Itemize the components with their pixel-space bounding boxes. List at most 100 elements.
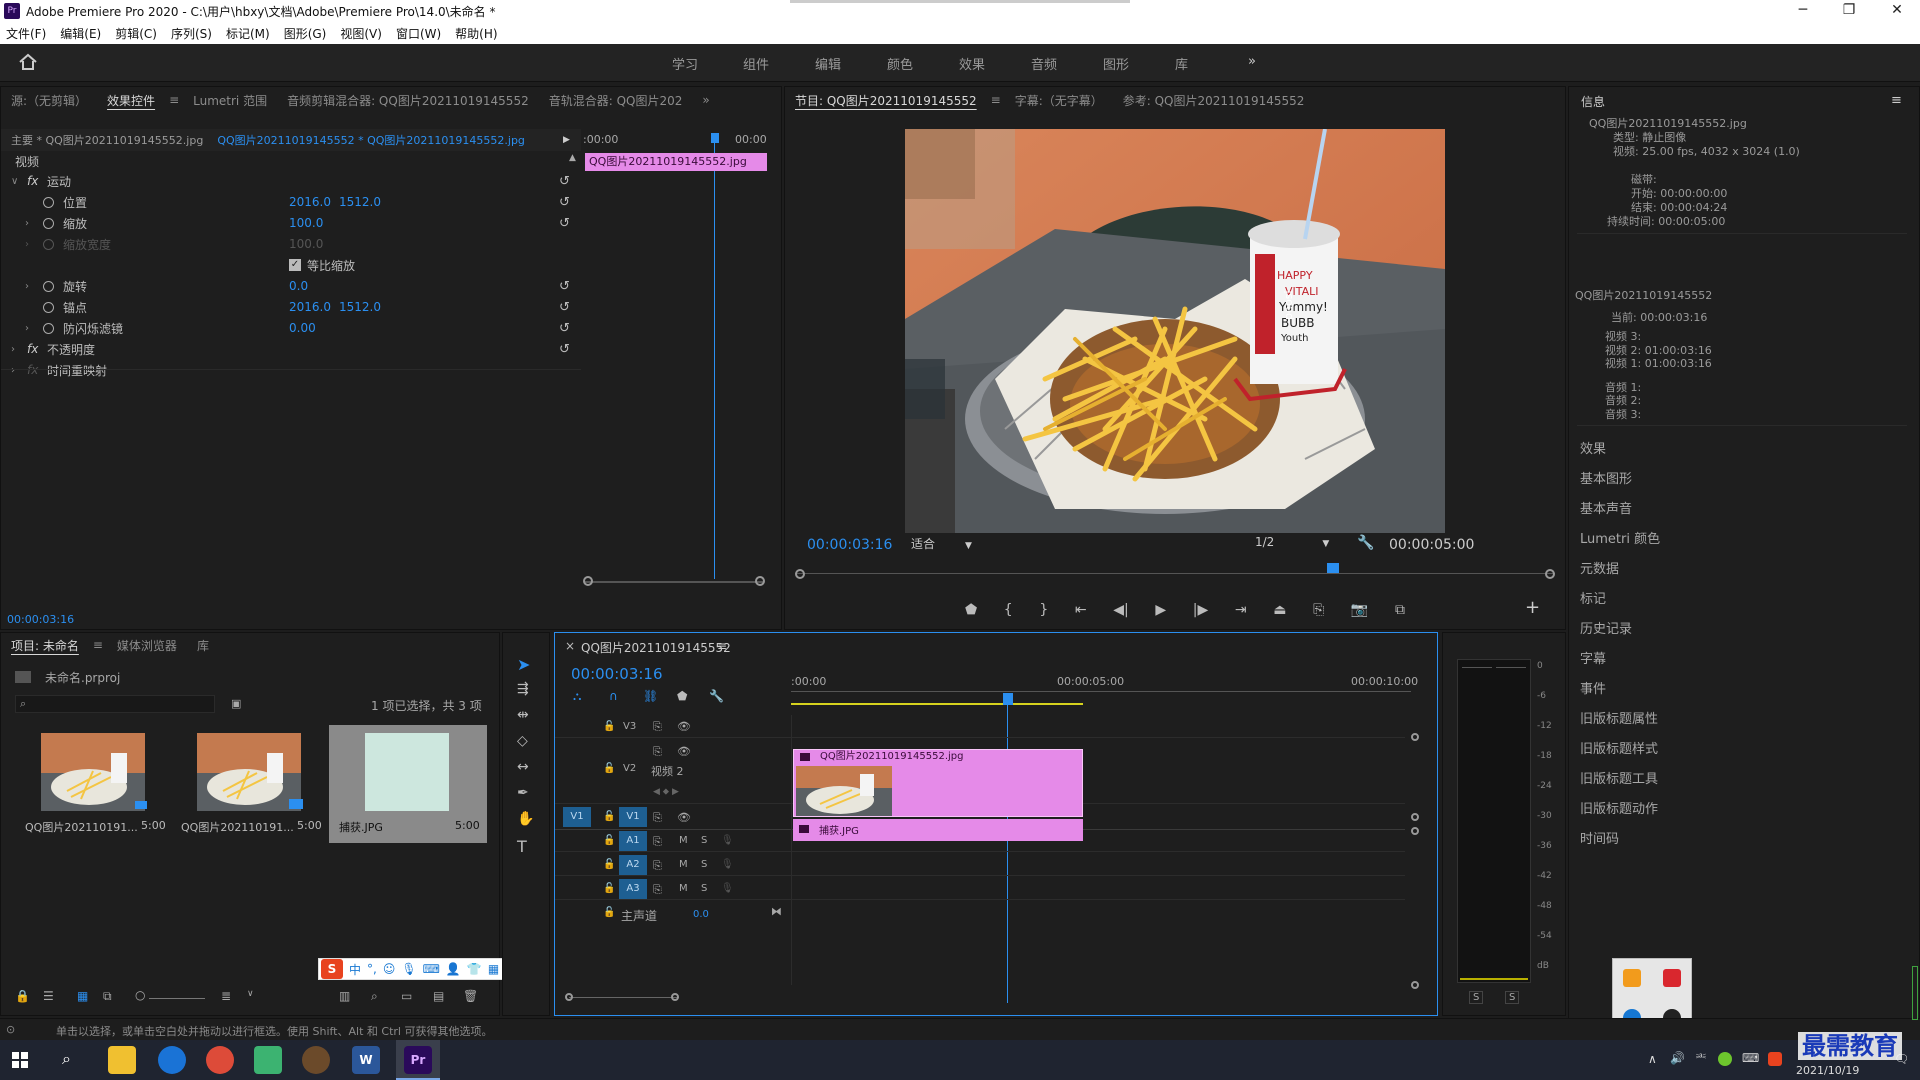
freeform-view-icon[interactable]: ⧉ bbox=[103, 989, 112, 1004]
step-back-icon[interactable]: ◀| bbox=[1113, 602, 1128, 618]
linked-selection-icon[interactable]: ⛓ bbox=[643, 689, 658, 703]
fx-motion-row[interactable]: ∨ fx 运动 ↺ bbox=[1, 171, 581, 191]
track-target-a1[interactable]: A1 bbox=[619, 831, 647, 851]
scroll-up-icon[interactable]: ▲ bbox=[569, 153, 576, 163]
panel-menu-icon[interactable]: ≡ bbox=[165, 93, 183, 107]
panel-menu-icon[interactable]: ≡ bbox=[717, 639, 727, 653]
taskbar-date[interactable]: 2021/10/19 bbox=[1796, 1064, 1859, 1077]
scrub-handle-left[interactable] bbox=[795, 569, 805, 579]
tray-chevron-icon[interactable]: ∧ bbox=[1648, 1052, 1657, 1066]
timeline-ruler[interactable]: :00:00 00:00:05:00 00:00:10:00 bbox=[791, 671, 1418, 695]
ws-audio[interactable]: 音频 bbox=[1031, 54, 1057, 73]
master-clip-label[interactable]: 主要 * QQ图片20211019145552.jpg bbox=[11, 132, 203, 148]
comparison-view-icon[interactable]: ⧉ bbox=[1395, 602, 1405, 618]
zoom-slider-track[interactable] bbox=[149, 998, 205, 999]
project-item[interactable]: QQ图片202110191... 5:00 bbox=[171, 725, 322, 853]
sogou-logo-icon[interactable]: S bbox=[321, 959, 343, 979]
scale-value[interactable]: 100.0 bbox=[289, 216, 323, 230]
sync-lock-icon[interactable]: ⎘ bbox=[653, 835, 662, 849]
tab-audio-track-mixer[interactable]: 音轨混合器: QQ图片202 bbox=[539, 92, 693, 109]
vscroll-mid-handle[interactable] bbox=[1411, 813, 1419, 821]
chevron-right-icon[interactable]: › bbox=[11, 344, 15, 355]
mark-in-icon[interactable]: { bbox=[1004, 602, 1013, 618]
panel-events[interactable]: 事件 bbox=[1580, 678, 1900, 708]
eye-icon[interactable]: 👁 bbox=[677, 745, 691, 758]
panel-menu-icon[interactable]: ≡ bbox=[987, 93, 1005, 107]
stopwatch-icon[interactable] bbox=[43, 217, 54, 229]
ws-color[interactable]: 颜色 bbox=[887, 54, 913, 73]
chrome-icon[interactable] bbox=[206, 1046, 234, 1074]
extract-icon[interactable]: ⎘ bbox=[1313, 602, 1324, 618]
tab-media-browser[interactable]: 媒体浏览器 bbox=[107, 637, 187, 654]
menu-help[interactable]: 帮助(H) bbox=[455, 25, 497, 42]
reset-icon[interactable]: ↺ bbox=[559, 195, 570, 210]
add-button-icon[interactable]: + bbox=[1525, 597, 1540, 618]
project-item-selected[interactable]: 捕获.JPG 5:00 bbox=[329, 725, 487, 843]
program-video-frame[interactable]: HAPPY VITALI Yummy! BUBB Youth pepsi bbox=[905, 129, 1445, 533]
solo-button[interactable]: S bbox=[701, 859, 707, 870]
stopwatch-icon[interactable] bbox=[43, 301, 54, 313]
anchor-x-value[interactable]: 2016.0 bbox=[289, 300, 331, 314]
ws-learn[interactable]: 学习 bbox=[672, 54, 698, 73]
sort-icon[interactable]: ≣ bbox=[221, 989, 231, 1003]
master-volume-value[interactable]: 0.0 bbox=[693, 909, 709, 920]
network-icon[interactable]: ⎃ bbox=[1696, 1051, 1706, 1066]
ws-libraries[interactable]: 库 bbox=[1175, 54, 1188, 73]
mute-button[interactable]: M bbox=[679, 835, 688, 846]
scrub-handle-right[interactable] bbox=[1545, 569, 1555, 579]
premiere-taskbar-item[interactable]: Pr bbox=[396, 1040, 440, 1080]
wrench-icon[interactable]: 🔧 bbox=[1357, 535, 1374, 551]
ec-playhead-icon[interactable] bbox=[711, 133, 719, 143]
play-icon[interactable]: ▶ bbox=[1155, 602, 1166, 618]
eye-icon[interactable]: 👁 bbox=[677, 720, 691, 733]
panel-legacy-title-tools[interactable]: 旧版标题工具 bbox=[1580, 768, 1900, 798]
position-x-value[interactable]: 2016.0 bbox=[289, 195, 331, 209]
tab-audio-clip-mixer[interactable]: 音频剪辑混合器: QQ图片20211019145552 bbox=[277, 92, 539, 109]
track-lock-icon[interactable]: 🔓 bbox=[603, 859, 615, 870]
volume-icon[interactable]: 🔊 bbox=[1670, 1051, 1685, 1065]
chevron-down-icon[interactable]: ∨ bbox=[11, 176, 18, 187]
vscroll-audio-handle[interactable] bbox=[1411, 827, 1419, 835]
chevron-right-icon[interactable]: › bbox=[25, 218, 29, 229]
tab-libraries[interactable]: 库 bbox=[187, 637, 219, 654]
go-to-in-icon[interactable]: ⇤ bbox=[1075, 602, 1087, 618]
ws-effects[interactable]: 效果 bbox=[959, 54, 985, 73]
new-bin-icon[interactable]: ▣ bbox=[231, 697, 241, 710]
skin-icon[interactable]: 👕 bbox=[467, 962, 482, 976]
master-go-icon[interactable]: ⧓ bbox=[771, 905, 782, 918]
panel-legacy-title-actions[interactable]: 旧版标题动作 bbox=[1580, 798, 1900, 828]
mic-icon[interactable]: 🎙 bbox=[721, 835, 734, 846]
nest-icon[interactable]: ⛬ bbox=[573, 689, 581, 704]
more-tabs-icon[interactable]: » bbox=[692, 93, 719, 107]
track-select-tool-icon[interactable]: ⇶ bbox=[517, 681, 529, 697]
fit-dropdown[interactable]: 适合 ▼ bbox=[911, 535, 981, 553]
tab-reference[interactable]: 参考: QQ图片20211019145552 bbox=[1113, 92, 1315, 109]
stopwatch-icon[interactable] bbox=[43, 322, 54, 334]
chevron-down-icon[interactable]: ∨ bbox=[247, 989, 254, 999]
slip-tool-icon[interactable]: ↔ bbox=[517, 759, 529, 775]
new-bin-icon[interactable]: ▭ bbox=[401, 989, 412, 1003]
panel-metadata[interactable]: 元数据 bbox=[1580, 558, 1900, 588]
keyboard-tray-icon[interactable]: ⌨ bbox=[1742, 1051, 1759, 1065]
solo-left-button[interactable]: S bbox=[1469, 991, 1484, 1004]
selection-tool-icon[interactable]: ➤ bbox=[517, 655, 530, 674]
reset-icon[interactable]: ↺ bbox=[559, 174, 570, 189]
mic-icon[interactable]: 🎙 bbox=[721, 859, 734, 870]
step-forward-icon[interactable]: |▶ bbox=[1193, 602, 1208, 618]
ws-editing[interactable]: 编辑 bbox=[815, 54, 841, 73]
solo-button[interactable]: S bbox=[701, 883, 707, 894]
toolbox-icon[interactable]: ▦ bbox=[488, 962, 499, 976]
file-explorer-icon[interactable] bbox=[108, 1046, 136, 1074]
ws-graphics[interactable]: 图形 bbox=[1103, 54, 1129, 73]
anchor-y-value[interactable]: 1512.0 bbox=[339, 300, 381, 314]
work-area-bar[interactable] bbox=[791, 703, 1083, 705]
project-item[interactable]: QQ图片202110191... 5:00 bbox=[15, 725, 166, 853]
reset-icon[interactable]: ↺ bbox=[559, 300, 570, 315]
pen-tool-icon[interactable]: ✒ bbox=[517, 785, 529, 801]
ripple-edit-tool-icon[interactable]: ⇹ bbox=[517, 707, 529, 723]
zoom-slider-handle[interactable]: ○ bbox=[135, 988, 145, 1002]
panel-captions[interactable]: 字幕 bbox=[1580, 648, 1900, 678]
add-marker-icon[interactable]: ⬟ bbox=[965, 602, 977, 618]
menu-sequence[interactable]: 序列(S) bbox=[171, 25, 212, 42]
word-icon[interactable]: W bbox=[352, 1046, 380, 1074]
